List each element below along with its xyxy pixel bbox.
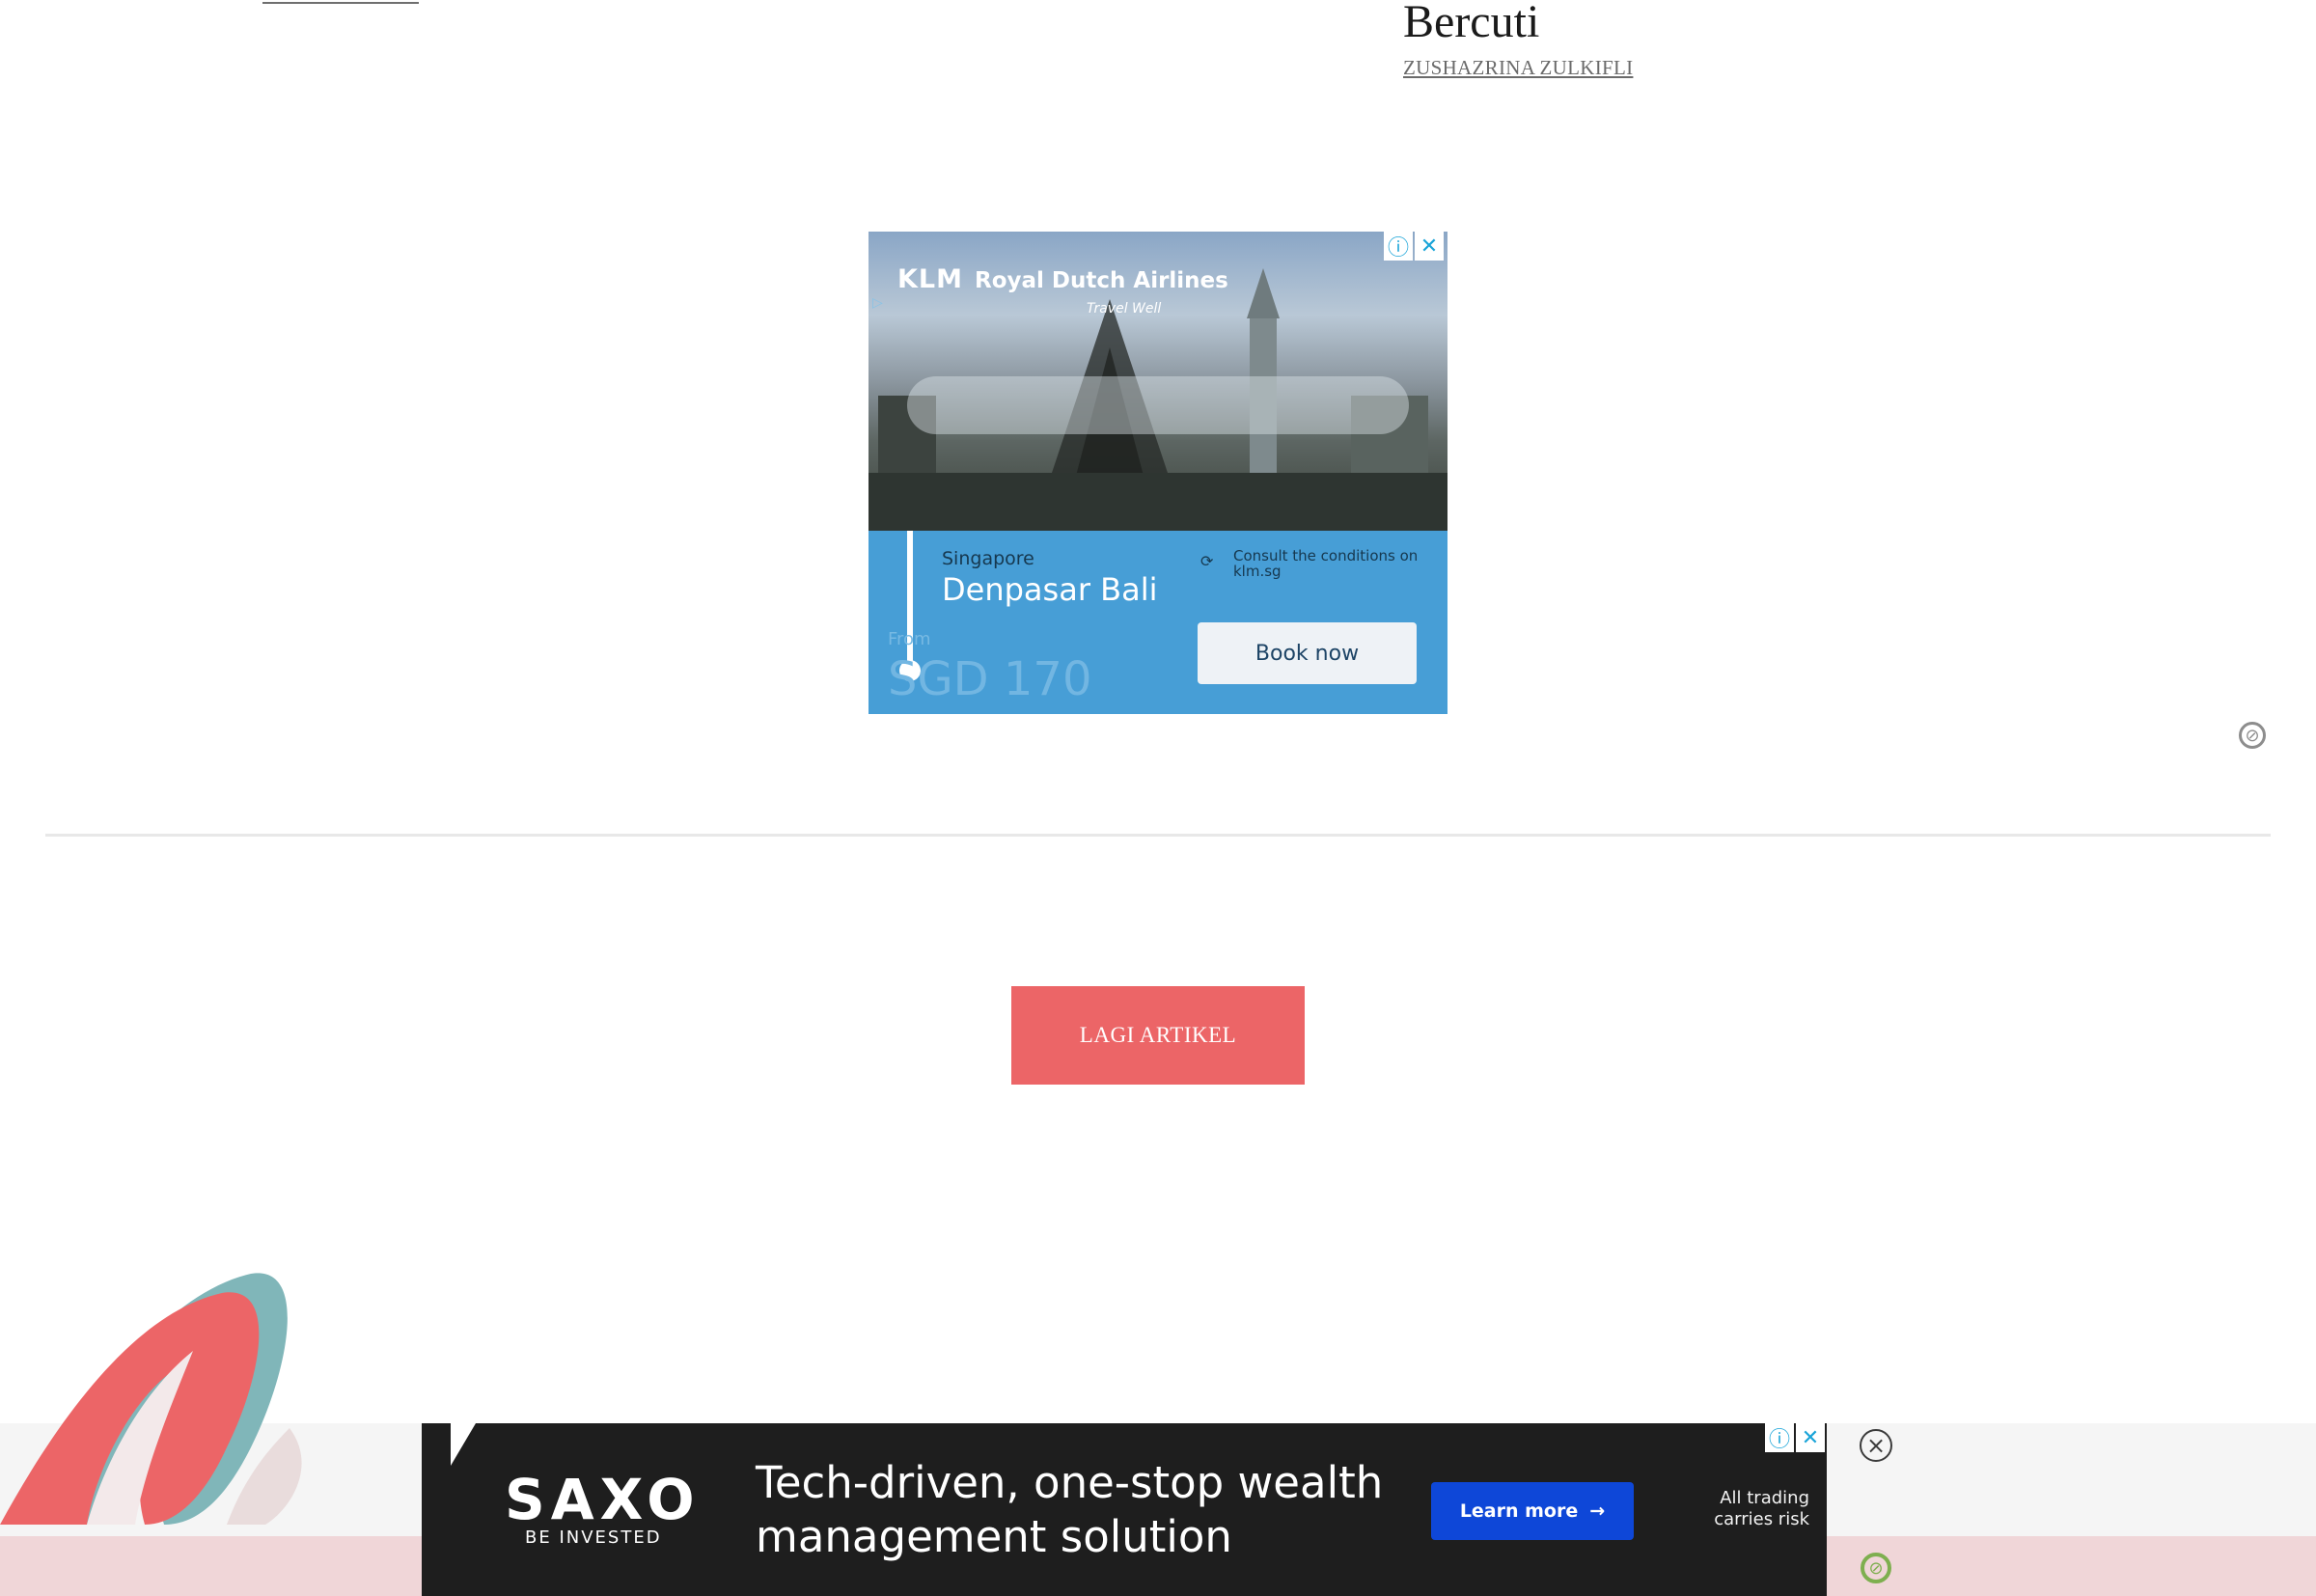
article-title[interactable]: Bercuti bbox=[1403, 0, 1539, 50]
ad-corner-marker bbox=[451, 1423, 476, 1466]
klm-tagline: Travel Well bbox=[1087, 301, 1162, 316]
learn-more-label: Learn more bbox=[1459, 1500, 1579, 1522]
close-icon[interactable]: ✕ bbox=[1415, 232, 1444, 261]
info-icon[interactable]: ⓘ bbox=[1384, 232, 1413, 261]
ad-badge-icon[interactable]: ⊘ bbox=[1861, 1553, 1891, 1583]
site-logo bbox=[0, 1235, 367, 1544]
site-logo-graphic bbox=[0, 1273, 302, 1525]
arrow-right-icon: → bbox=[1589, 1500, 1606, 1522]
refresh-icon: ⟳ bbox=[1200, 552, 1214, 570]
section-divider bbox=[45, 834, 2271, 837]
saxo-logo: SAXO bbox=[505, 1467, 701, 1532]
conditions-note: Consult the conditions on klm.sg bbox=[1233, 547, 1419, 580]
klm-brand-name: Royal Dutch Airlines bbox=[975, 268, 1228, 293]
saxo-headline: Tech-driven, one-stop wealth management … bbox=[756, 1457, 1384, 1562]
close-sticky-ad-icon[interactable]: × bbox=[1860, 1429, 1892, 1462]
author-link[interactable]: ZUSHAZRINA ZULKIFLI bbox=[1403, 56, 1633, 80]
klm-logo: KLM bbox=[897, 264, 963, 294]
ad-badge-icon[interactable]: ⊘ bbox=[2239, 722, 2266, 749]
book-now-button[interactable]: Book now bbox=[1198, 622, 1417, 684]
klm-brand: KLM Royal Dutch Airlines bbox=[897, 264, 1228, 294]
learn-more-button[interactable]: Learn more → bbox=[1431, 1482, 1634, 1540]
info-icon[interactable]: ⓘ bbox=[1765, 1423, 1794, 1452]
route-destination: Denpasar Bali bbox=[942, 571, 1158, 608]
close-icon[interactable]: ✕ bbox=[1796, 1423, 1825, 1452]
price-value: SGD 170 bbox=[888, 652, 1092, 706]
saxo-subtitle: BE INVESTED bbox=[525, 1527, 662, 1548]
risk-disclaimer: All trading carries risk bbox=[1714, 1488, 1809, 1529]
saxo-ad-banner[interactable]: SAXO BE INVESTED Tech-driven, one-stop w… bbox=[422, 1423, 1827, 1596]
more-articles-button[interactable]: LAGI ARTIKEL bbox=[1011, 986, 1305, 1085]
previous-article-link[interactable] bbox=[262, 0, 419, 4]
route-origin: Singapore bbox=[942, 548, 1034, 569]
klm-ad-banner[interactable]: KLM Royal Dutch Airlines Travel Well ▷ Si… bbox=[868, 232, 1448, 714]
price-from-label: From bbox=[888, 629, 931, 649]
ad-marker-icon: ▷ bbox=[872, 295, 883, 311]
mist-layer bbox=[907, 376, 1409, 434]
